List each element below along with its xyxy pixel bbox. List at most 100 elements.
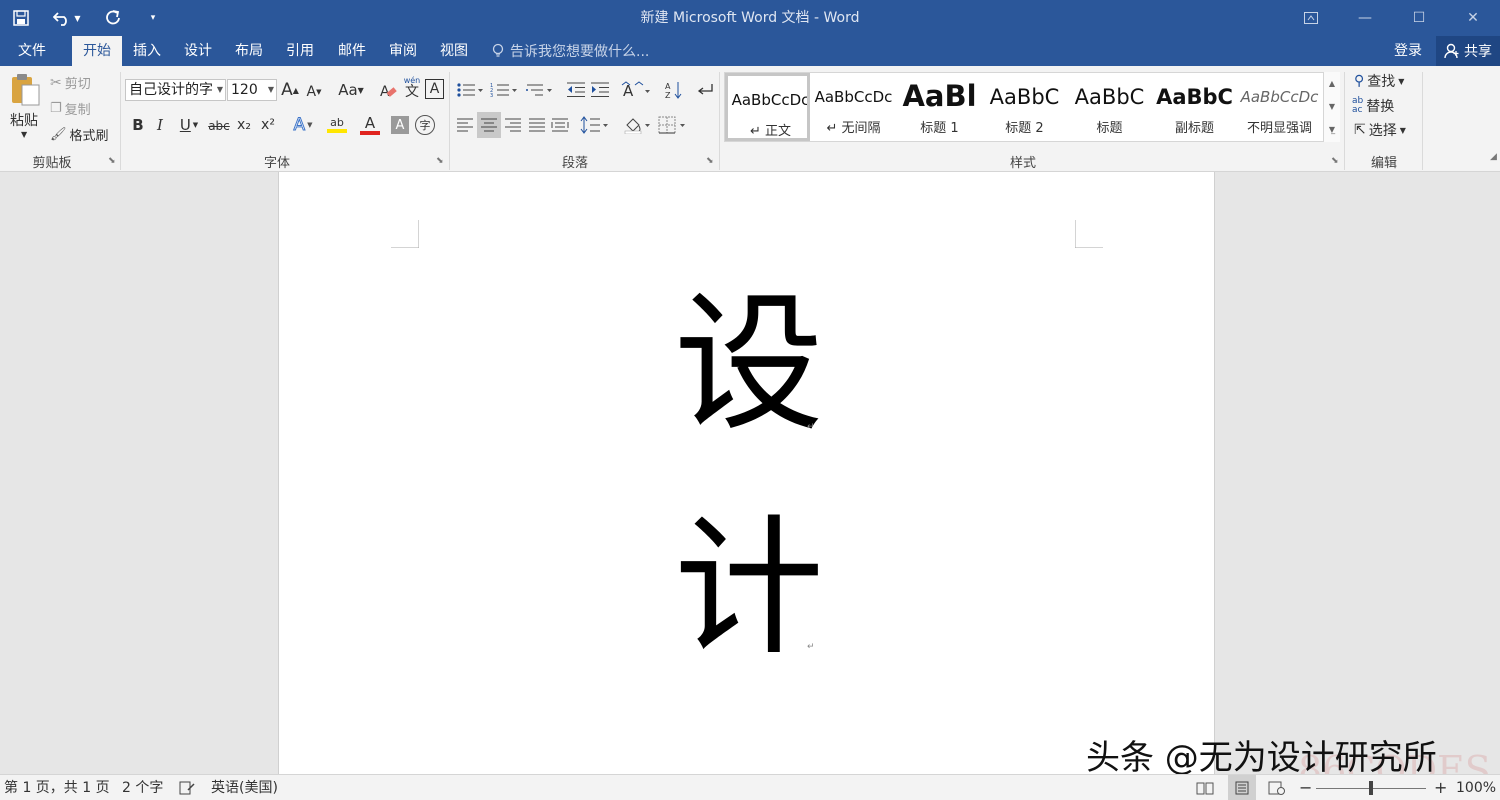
tab-file[interactable]: 文件: [8, 36, 56, 66]
sort-icon[interactable]: AZ: [663, 79, 685, 101]
zoom-slider[interactable]: [1316, 775, 1426, 800]
tell-me-box[interactable]: 告诉我您想要做什么...: [492, 36, 649, 66]
distributed-icon[interactable]: [550, 114, 570, 136]
document-paragraph[interactable]: 计: [674, 514, 824, 664]
tab-layout[interactable]: 布局: [226, 36, 272, 66]
paragraph-launcher-icon[interactable]: ⬊: [706, 156, 714, 166]
copy-button[interactable]: ❐ 复制: [50, 99, 91, 118]
document-page[interactable]: 设 ↵ 计 ↵: [278, 172, 1215, 774]
proofing-icon[interactable]: [179, 775, 195, 800]
tab-home[interactable]: 开始: [72, 36, 122, 66]
character-border-icon[interactable]: A: [425, 79, 444, 99]
zoom-out-button[interactable]: −: [1299, 775, 1312, 800]
scroll-up-icon[interactable]: ▲: [1324, 72, 1340, 95]
redo-icon[interactable]: [102, 7, 124, 29]
numbering-icon[interactable]: 123: [489, 79, 519, 101]
font-size-value: 120: [231, 82, 258, 98]
align-left-icon[interactable]: [455, 114, 475, 136]
replace-icon: ab ac: [1352, 96, 1364, 115]
maximize-icon[interactable]: ☐: [1392, 0, 1446, 36]
collapse-ribbon-icon[interactable]: ◢: [1490, 152, 1497, 162]
tab-references[interactable]: 引用: [277, 36, 323, 66]
style-normal[interactable]: AaBbCcDc ↵ 正文: [725, 73, 810, 141]
align-center-icon[interactable]: [477, 112, 501, 138]
tab-review[interactable]: 审阅: [380, 36, 426, 66]
line-spacing-icon[interactable]: [579, 114, 611, 136]
login-link[interactable]: 登录: [1394, 36, 1422, 66]
change-case-icon[interactable]: Aa ▼: [334, 79, 368, 101]
show-formatting-marks-icon[interactable]: [695, 79, 715, 101]
page-count[interactable]: 第 1 页，共 1 页: [4, 775, 110, 800]
more-styles-icon[interactable]: ▼̲: [1324, 118, 1340, 141]
bold-icon[interactable]: B: [130, 114, 146, 136]
font-size-combo[interactable]: 120 ▼: [227, 79, 277, 101]
tab-mailings[interactable]: 邮件: [329, 36, 375, 66]
search-icon: ⚲: [1354, 73, 1365, 89]
chinese-layout-icon[interactable]: A: [620, 79, 652, 101]
clear-formatting-icon[interactable]: A: [378, 80, 398, 102]
word-count[interactable]: 2 个字: [122, 775, 163, 800]
zoom-level[interactable]: 100%: [1456, 775, 1496, 800]
cut-button[interactable]: ✂ 剪切: [50, 73, 91, 93]
web-layout-icon[interactable]: [1268, 775, 1286, 800]
select-button[interactable]: ⇱ 选择 ▼: [1354, 120, 1406, 140]
style-title[interactable]: AaBbC 标题: [1067, 73, 1152, 141]
style-heading-1[interactable]: AaBl 标题 1: [897, 73, 982, 141]
crop-mark-top-left: [391, 220, 419, 248]
strikethrough-icon[interactable]: abc: [207, 115, 231, 137]
share-button[interactable]: 共享: [1436, 36, 1500, 66]
quick-access-toolbar: ▼ ▾: [10, 0, 164, 36]
print-layout-icon[interactable]: [1228, 775, 1256, 800]
tab-insert[interactable]: 插入: [124, 36, 170, 66]
character-shading-icon[interactable]: A: [391, 116, 409, 134]
multilevel-list-icon[interactable]: [524, 79, 554, 101]
font-color-icon[interactable]: A: [355, 112, 385, 138]
bullets-icon[interactable]: [455, 79, 485, 101]
shading-icon[interactable]: [622, 114, 654, 136]
superscript-icon[interactable]: x²: [258, 114, 278, 136]
decrease-indent-icon[interactable]: [565, 79, 587, 101]
style-subtitle[interactable]: AaBbC 副标题: [1152, 73, 1237, 141]
ribbon-options-icon[interactable]: [1284, 0, 1338, 36]
grow-font-icon[interactable]: A ▲: [280, 79, 300, 101]
save-icon[interactable]: [10, 7, 32, 29]
find-button[interactable]: ⚲ 查找 ▼: [1354, 71, 1404, 91]
underline-icon[interactable]: U ▼: [175, 114, 203, 136]
tab-design[interactable]: 设计: [175, 36, 221, 66]
phonetic-guide-icon[interactable]: wén 文: [402, 74, 422, 102]
style-heading-2[interactable]: AaBbC 标题 2: [982, 73, 1067, 141]
zoom-in-button[interactable]: +: [1434, 775, 1447, 800]
minimize-icon[interactable]: —: [1338, 0, 1392, 36]
clipboard-launcher-icon[interactable]: ⬊: [108, 156, 116, 166]
tab-view[interactable]: 视图: [431, 36, 477, 66]
font-launcher-icon[interactable]: ⬊: [436, 156, 444, 166]
style-preview: AaBbCcDc: [814, 88, 893, 106]
font-name-combo[interactable]: 自己设计的字 ▼: [125, 79, 226, 101]
enclose-characters-icon[interactable]: 字: [415, 115, 435, 135]
highlight-icon[interactable]: ab: [321, 112, 353, 138]
subscript-icon[interactable]: x₂: [234, 114, 254, 136]
language[interactable]: 英语(美国): [211, 775, 278, 800]
increase-indent-icon[interactable]: [589, 79, 611, 101]
format-painter-button[interactable]: 🖌 格式刷: [50, 125, 109, 144]
align-right-icon[interactable]: [503, 114, 523, 136]
document-paragraph[interactable]: 设: [674, 290, 824, 440]
paste-icon[interactable]: [8, 72, 42, 106]
read-mode-icon[interactable]: [1196, 775, 1214, 800]
svg-text:3: 3: [490, 93, 493, 98]
text-effects-icon[interactable]: A ▼: [288, 114, 318, 136]
style-no-spacing[interactable]: AaBbCcDc ↵ 无间隔: [811, 73, 896, 141]
scroll-down-icon[interactable]: ▼: [1324, 95, 1340, 118]
justify-icon[interactable]: [527, 114, 547, 136]
paste-button[interactable]: 粘贴: [10, 110, 38, 130]
style-subtle-emphasis[interactable]: AaBbCcDc 不明显强调: [1237, 73, 1322, 141]
customize-icon[interactable]: ▾: [142, 7, 164, 29]
undo-icon[interactable]: ▼: [50, 7, 84, 29]
paste-dropdown-icon[interactable]: ▼: [21, 130, 27, 139]
shrink-font-icon[interactable]: A ▼: [304, 81, 324, 103]
italic-icon[interactable]: I: [152, 114, 168, 136]
close-icon[interactable]: ✕: [1446, 0, 1500, 36]
styles-launcher-icon[interactable]: ⬊: [1331, 156, 1339, 166]
borders-icon[interactable]: [657, 114, 689, 136]
replace-button[interactable]: ab ac 替换: [1352, 96, 1394, 116]
